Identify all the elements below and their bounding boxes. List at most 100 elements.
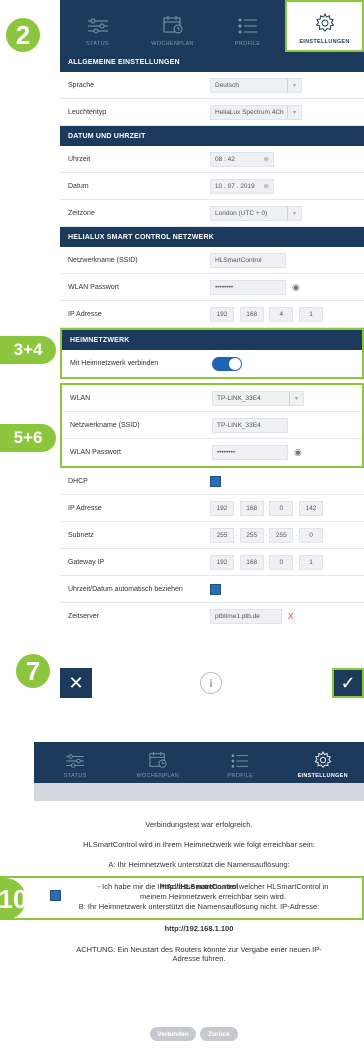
wlan-select[interactable]: TP-LINK_33E4 ▾ — [212, 390, 304, 406]
hl-ip-input[interactable]: 192. 168. 4. 1 — [210, 306, 364, 322]
row-timezone: Zeitzone London (UTC + 0) ▾ — [60, 200, 364, 227]
subnet-octet[interactable]: 0 — [299, 527, 324, 543]
confirm-button[interactable]: ✓ — [332, 668, 364, 698]
row-connect-home: Mit Heimnetzwerk verbinden — [62, 350, 362, 377]
gear-icon — [315, 13, 334, 32]
tab-einstellungen[interactable]: EINSTELLUNGEN — [282, 742, 364, 783]
ip-octet[interactable]: 4 — [269, 306, 294, 322]
language-label: Sprache — [68, 81, 95, 89]
tab-profile[interactable]: PROFILE — [199, 742, 282, 783]
wlan-label: WLAN — [70, 394, 91, 402]
row-home-ssid: Netzwerkname (SSID) TP-LINK_33E4 — [62, 412, 362, 439]
connect-home-label: Mit Heimnetzwerk verbinden — [70, 360, 159, 367]
warning-text-1: ACHTUNG: Ein Neustart des Routers könnte… — [76, 945, 322, 954]
gateway-label: Gateway IP — [68, 558, 105, 566]
section-hl-network: HELIALUX SMART CONTROL NETZWERK — [60, 227, 364, 247]
ip-octet[interactable]: 168 — [239, 500, 264, 516]
hl-ip-label: IP Adresse — [68, 310, 102, 318]
timezone-select[interactable]: London (UTC + 0) ▾ — [210, 205, 302, 221]
tab-wochenplan-label: WOCHENPLAN — [151, 41, 194, 47]
tab-status[interactable]: STATUS — [34, 742, 117, 783]
row-date: Datum 10 . 07 . 2019 ⊗ — [60, 173, 364, 200]
row-wlan: WLAN TP-LINK_33E4 ▾ — [62, 385, 362, 412]
gateway-octet[interactable]: 168 — [239, 554, 264, 570]
tab-wochenplan[interactable]: WOCHENPLAN — [117, 742, 200, 783]
row-timeserver: Zeitserver ptbtime1.ptb.de X — [60, 603, 364, 630]
hl-password-input[interactable]: •••••••• — [210, 279, 286, 295]
home-ssid-input[interactable]: TP-LINK_33E4 — [212, 417, 288, 433]
step-badge-7: 7 — [16, 654, 50, 688]
hl-ssid-input[interactable]: HLSmartControl — [210, 252, 286, 268]
tab-wochenplan-label: WOCHENPLAN — [136, 773, 179, 779]
connect-button[interactable]: Verbinden — [150, 1027, 196, 1041]
ip-octet[interactable]: 142 — [299, 500, 324, 516]
subnet-label: Subnetz — [68, 531, 94, 539]
clear-icon[interactable]: X — [288, 612, 293, 621]
eye-icon[interactable]: ◉ — [294, 447, 302, 458]
row-subnet: Subnetz 255. 255. 255. 0 — [60, 522, 364, 549]
time-input[interactable]: 08 : 42 ⊗ — [210, 151, 274, 167]
step-badge-10: 10 — [0, 878, 27, 920]
timezone-label: Zeitzone — [68, 209, 95, 217]
gateway-octet[interactable]: 1 — [299, 554, 324, 570]
timezone-value: London (UTC + 0) — [215, 209, 268, 217]
hl-ssid-label: Netzwerkname (SSID) — [68, 256, 138, 264]
dialog-header-bar — [34, 783, 364, 801]
ip-octet[interactable]: 0 — [269, 500, 294, 516]
gear-icon — [314, 751, 332, 768]
ip-octet[interactable]: 192 — [210, 306, 234, 322]
connect-home-toggle[interactable] — [212, 356, 242, 371]
gateway-octet[interactable]: 0 — [269, 554, 294, 570]
tab-einstellungen-label: EINSTELLUNGEN — [297, 773, 348, 779]
section-general: ALLGEMEINE EINSTELLUNGEN — [60, 52, 364, 72]
sliders-icon — [66, 754, 85, 768]
list-icon — [231, 754, 249, 768]
subnet-input[interactable]: 255. 255. 255. 0 — [210, 527, 364, 543]
ip-octet[interactable]: 192 — [210, 500, 234, 516]
language-select[interactable]: Deutsch ▾ — [210, 77, 302, 93]
home-password-input[interactable]: •••••••• — [212, 445, 288, 460]
row-hl-ssid: Netzwerkname (SSID) HLSmartControl — [60, 247, 364, 274]
subnet-octet[interactable]: 255 — [269, 527, 294, 543]
subnet-octet[interactable]: 255 — [210, 527, 234, 543]
subnet-octet[interactable]: 255 — [239, 527, 264, 543]
ip-url[interactable]: http://192.168.1.100 — [34, 924, 364, 933]
success-message: Verbindungstest war erfolgreich. — [145, 820, 253, 829]
chevron-down-icon: ▾ — [289, 391, 303, 405]
home-ip-label: IP Adresse — [68, 504, 102, 512]
row-language: Sprache Deutsch ▾ — [60, 72, 364, 99]
ip-noted-checkbox[interactable] — [50, 890, 61, 901]
eye-icon[interactable]: ◉ — [292, 282, 300, 293]
date-input[interactable]: 10 . 07 . 2019 ⊗ — [210, 178, 274, 194]
gateway-octet[interactable]: 192 — [210, 554, 234, 570]
section-datetime: DATUM UND UHRZEIT — [60, 126, 364, 146]
language-value: Deutsch — [215, 81, 239, 89]
chevron-down-icon: ▾ — [287, 206, 301, 220]
light-type-select[interactable]: HeliaLux Spectrum 4Ch ▾ — [210, 104, 302, 120]
info-icon[interactable]: i — [200, 672, 222, 694]
dhcp-checkbox[interactable] — [210, 475, 221, 487]
home-password-value: •••••••• — [217, 449, 236, 456]
wlan-group: WLAN TP-LINK_33E4 ▾ Netzwerkname (SSID) T… — [60, 383, 364, 468]
home-ssid-value: TP-LINK_33E4 — [217, 421, 261, 429]
hl-password-value: •••••••• — [215, 283, 234, 291]
dhcp-label: DHCP — [68, 477, 88, 485]
back-button[interactable]: Zurück — [200, 1027, 238, 1041]
tab-profile[interactable]: PROFILE — [210, 0, 285, 52]
ip-octet[interactable]: 1 — [299, 306, 324, 322]
row-auto-time: Uhrzeit/Datum automatisch beziehen — [60, 576, 364, 603]
tab-wochenplan[interactable]: WOCHENPLAN — [135, 0, 210, 52]
clock-icon: ⊗ — [263, 156, 269, 163]
auto-time-checkbox[interactable] — [210, 583, 221, 595]
tab-profile-label: PROFILE — [227, 773, 254, 779]
timeserver-input[interactable]: ptbtime1.ptb.de — [210, 609, 282, 624]
row-light-type: Leuchtentyp HeliaLux Spectrum 4Ch ▾ — [60, 99, 364, 126]
chevron-down-icon: ▾ — [287, 105, 301, 119]
home-ip-input[interactable]: 192. 168. 0. 142 — [210, 500, 364, 516]
row-home-ip: IP Adresse 192. 168. 0. 142 — [60, 495, 364, 522]
cancel-button[interactable]: ✕ — [60, 668, 92, 698]
tab-einstellungen[interactable]: EINSTELLUNGEN — [285, 0, 364, 52]
tab-status[interactable]: STATUS — [60, 0, 135, 52]
ip-octet[interactable]: 168 — [239, 306, 264, 322]
gateway-input[interactable]: 192. 168. 0. 1 — [210, 554, 364, 570]
